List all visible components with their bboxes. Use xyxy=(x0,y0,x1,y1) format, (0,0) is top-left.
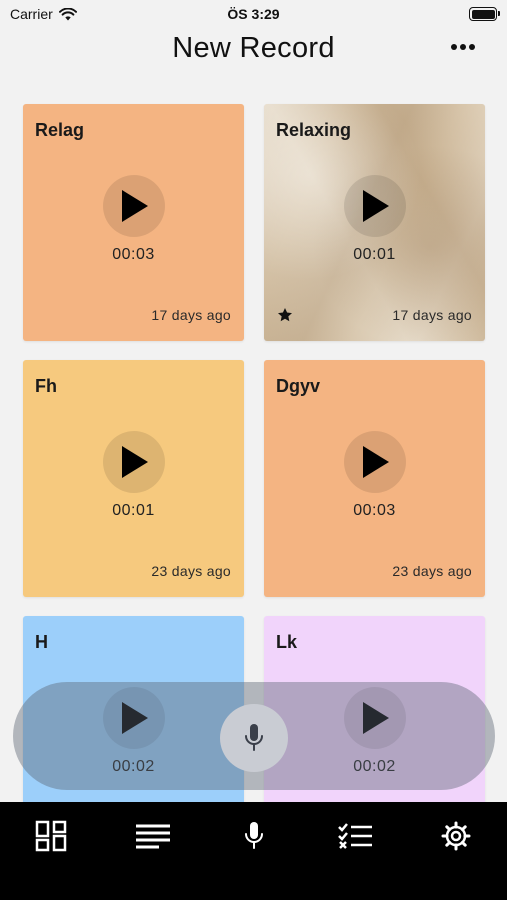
list-icon xyxy=(136,824,170,849)
play-icon xyxy=(363,190,389,222)
play-button[interactable] xyxy=(344,431,406,493)
nav-header: New Record xyxy=(0,28,507,72)
tab-grid[interactable] xyxy=(31,816,71,856)
recording-title: Relag xyxy=(35,120,85,140)
recording-title: Relaxing xyxy=(276,120,352,140)
checklist-icon xyxy=(338,823,372,849)
play-icon xyxy=(122,190,148,222)
recording-title: Lk xyxy=(276,632,298,652)
microphone-icon xyxy=(245,822,263,849)
status-time: ÖS 3:29 xyxy=(227,6,280,22)
star-icon[interactable] xyxy=(277,307,293,323)
recording-duration: 00:01 xyxy=(353,246,396,263)
tab-list[interactable] xyxy=(133,816,173,856)
more-horizontal-icon xyxy=(451,44,457,50)
record-button[interactable] xyxy=(220,704,288,772)
play-icon xyxy=(363,446,389,478)
play-button[interactable] xyxy=(103,431,165,493)
recording-title: Dgyv xyxy=(276,376,321,396)
tab-settings[interactable] xyxy=(436,816,476,856)
tab-checklist[interactable] xyxy=(335,816,375,856)
recording-title: Fh xyxy=(35,376,57,396)
play-button[interactable] xyxy=(103,175,165,237)
page-title: New Record xyxy=(172,32,335,64)
status-bar: Carrier ÖS 3:29 xyxy=(0,0,507,28)
recording-date: 17 days ago xyxy=(392,307,472,323)
gear-icon xyxy=(441,821,471,851)
play-button[interactable] xyxy=(344,175,406,237)
recording-title: H xyxy=(35,632,48,652)
recording-duration: 00:03 xyxy=(353,502,396,519)
recording-card[interactable]: Relag 00:03 17 days ago xyxy=(23,104,244,341)
recording-card[interactable]: Relaxing 00:01 17 days ago xyxy=(264,104,485,341)
grid-icon xyxy=(35,820,67,852)
tab-bar xyxy=(0,802,507,900)
recording-duration: 00:01 xyxy=(112,502,155,519)
more-options-button[interactable] xyxy=(447,40,479,54)
recording-duration: 00:03 xyxy=(112,246,155,263)
recording-card[interactable]: Fh 00:01 23 days ago xyxy=(23,360,244,597)
tab-record[interactable] xyxy=(234,816,274,856)
recording-date: 23 days ago xyxy=(392,563,472,579)
microphone-icon xyxy=(245,724,263,751)
battery-icon xyxy=(469,7,500,21)
recording-date: 23 days ago xyxy=(151,563,231,579)
recording-date: 17 days ago xyxy=(151,307,231,323)
recording-card[interactable]: Dgyv 00:03 23 days ago xyxy=(264,360,485,597)
play-icon xyxy=(122,446,148,478)
